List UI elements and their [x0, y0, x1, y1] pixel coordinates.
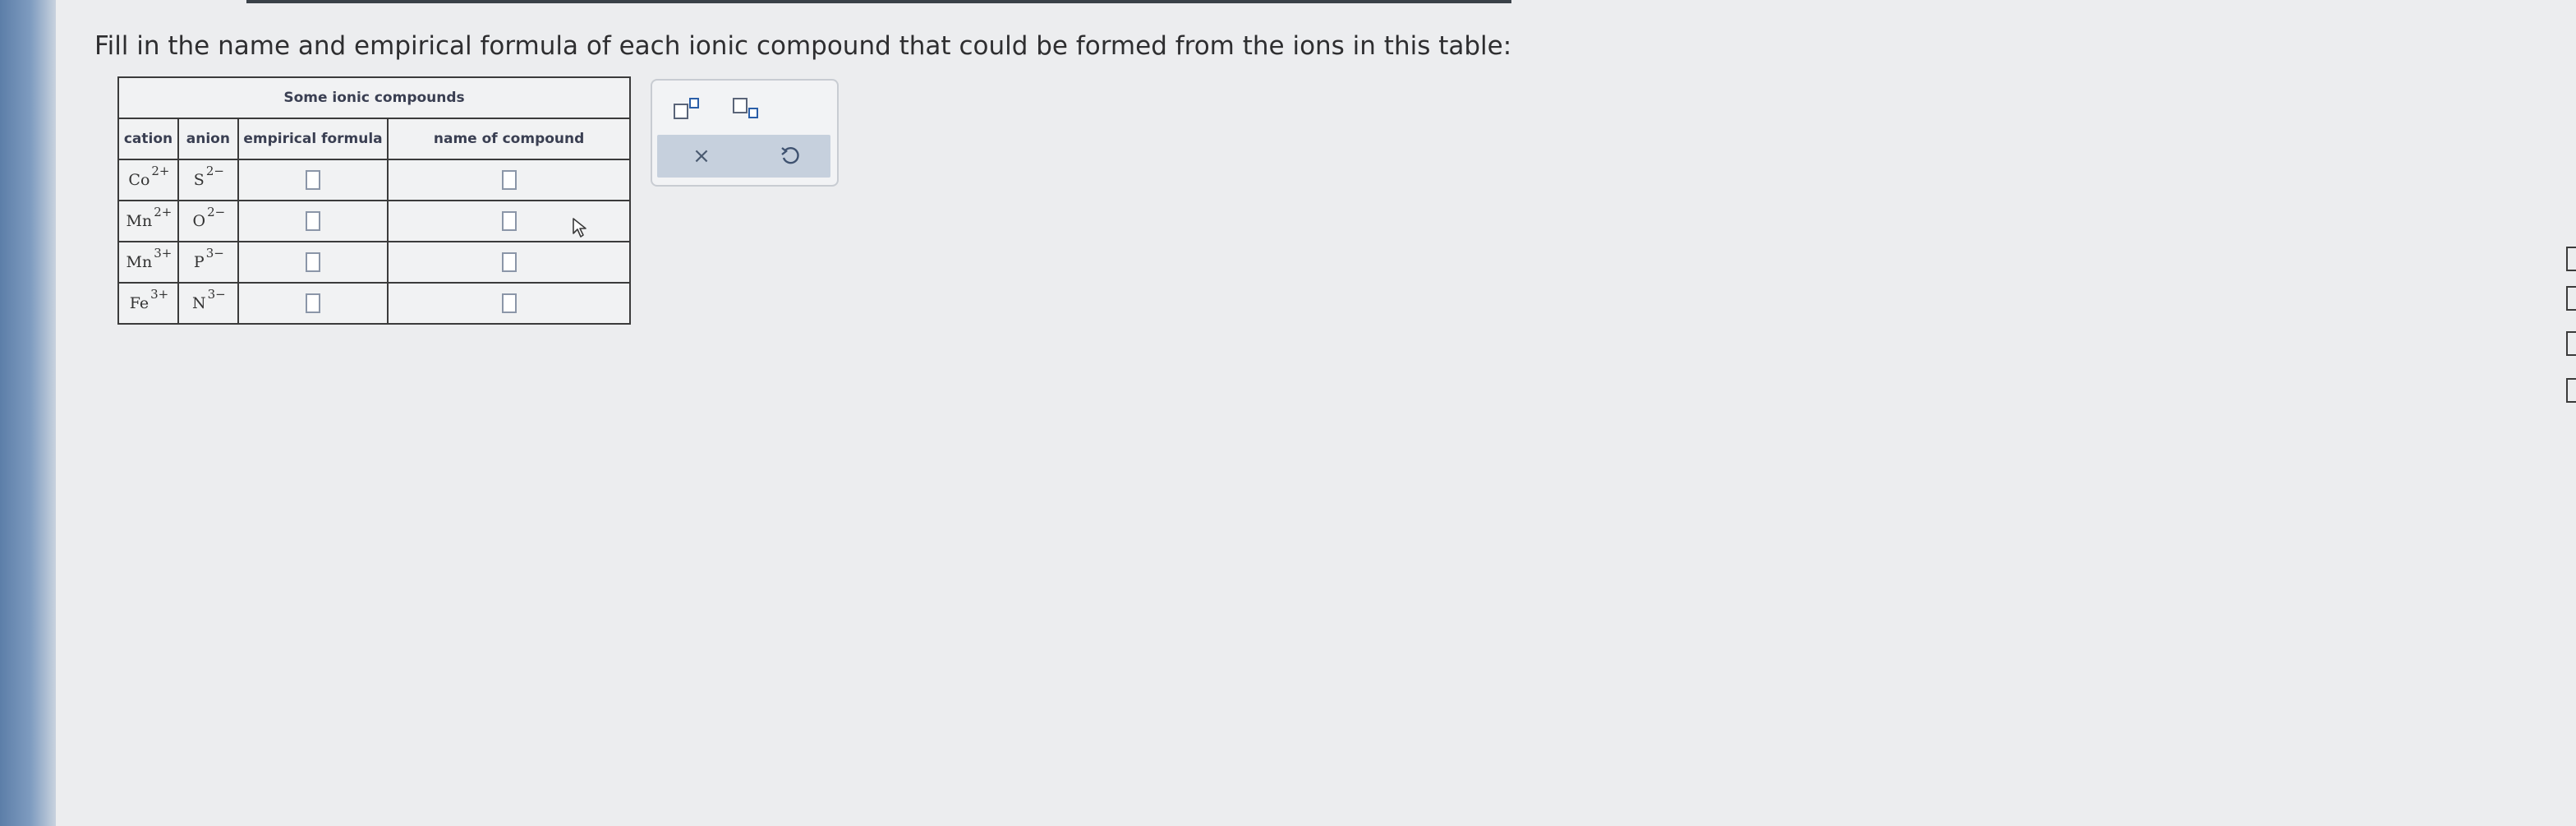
anion-symbol: S: [193, 171, 205, 189]
header-anion: anion: [177, 118, 239, 160]
formula-cell: [237, 159, 389, 201]
anion-charge: 2−: [207, 205, 226, 219]
anion-cell: O 2−: [177, 200, 239, 242]
empirical-formula-input[interactable]: [306, 170, 320, 190]
table-row: Mn 2+ O 2−: [117, 200, 631, 242]
formula-cell: [237, 241, 389, 284]
template-toolbar: [652, 81, 837, 135]
undo-button[interactable]: [774, 141, 807, 171]
anion-cell: P 3−: [177, 241, 239, 284]
anion-charge: 3−: [205, 246, 224, 261]
math-tool-panel: ×: [651, 79, 839, 187]
table-row: Co 2+ S 2−: [117, 159, 631, 201]
header-empirical-formula: empirical formula: [237, 118, 389, 160]
name-cell: [387, 159, 631, 201]
cation-symbol: Co: [128, 171, 150, 189]
subscript-template-icon: [733, 98, 758, 118]
formula-cell: [237, 200, 389, 242]
instructions-text: Fill in the name and empirical formula o…: [94, 31, 1512, 61]
ionic-compounds-table: Some ionic compounds cation anion empiri…: [117, 76, 631, 325]
top-border: [246, 0, 1511, 3]
action-bar: ×: [657, 135, 830, 178]
anion-charge: 2−: [205, 164, 224, 178]
bracket-mark: [2566, 331, 2576, 356]
formula-cell: [237, 282, 389, 325]
header-cation: cation: [117, 118, 179, 160]
cation-cell: Mn 2+: [117, 200, 179, 242]
anion-charge: 3−: [207, 287, 226, 302]
compound-name-input[interactable]: [501, 170, 517, 190]
cation-symbol: Mn: [126, 253, 153, 271]
cation-symbol: Fe: [129, 294, 150, 312]
anion-symbol: P: [193, 253, 205, 271]
compound-name-input[interactable]: [501, 293, 517, 313]
table-row: Mn 3+ P 3−: [117, 241, 631, 284]
anion-symbol: O: [192, 212, 206, 230]
cation-cell: Co 2+: [117, 159, 179, 201]
bracket-mark: [2566, 378, 2576, 403]
empirical-formula-input[interactable]: [306, 293, 320, 313]
table-title: Some ionic compounds: [117, 76, 631, 119]
compound-name-input[interactable]: [501, 211, 517, 231]
table-row: Fe 3+ N 3−: [117, 282, 631, 325]
compound-name-input[interactable]: [501, 252, 517, 272]
empirical-formula-input[interactable]: [306, 211, 320, 231]
mouse-pointer-icon: [573, 218, 586, 238]
name-cell: [387, 200, 631, 242]
cation-cell: Mn 3+: [117, 241, 179, 284]
close-icon: ×: [692, 144, 711, 168]
cation-charge: 2+: [151, 164, 170, 178]
anion-cell: S 2−: [177, 159, 239, 201]
anion-symbol: N: [191, 294, 206, 312]
empirical-formula-input[interactable]: [306, 252, 320, 272]
left-screen-edge: [0, 0, 56, 826]
cation-charge: 2+: [154, 205, 172, 219]
anion-cell: N 3−: [177, 282, 239, 325]
cation-charge: 3+: [150, 287, 169, 302]
cation-cell: Fe 3+: [117, 282, 179, 325]
name-cell: [387, 241, 631, 284]
subscript-template-button[interactable]: [729, 94, 762, 123]
superscript-template-button[interactable]: [670, 94, 703, 123]
name-cell: [387, 282, 631, 325]
undo-icon: [781, 146, 799, 164]
clear-button[interactable]: ×: [685, 141, 718, 171]
superscript-template-icon: [674, 98, 699, 119]
header-name-of-compound: name of compound: [387, 118, 631, 160]
cation-charge: 3+: [154, 246, 172, 261]
bracket-mark: [2566, 286, 2576, 311]
bracket-mark: [2566, 247, 2576, 271]
cation-symbol: Mn: [126, 212, 153, 230]
